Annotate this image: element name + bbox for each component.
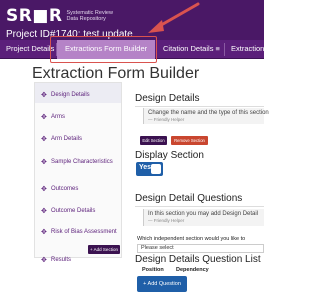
drag-handle-icon[interactable]: ✥ [41, 208, 47, 215]
section-sidebar: ✥ Design Details ✥ Arms ✥ Arm Details ✥ … [34, 82, 122, 264]
sidebar-item-outcomes[interactable]: ✥ Outcomes [35, 186, 121, 196]
app-header: SR■R Systematic Review Data Repository P… [0, 0, 264, 40]
divider [135, 106, 264, 107]
drag-handle-icon[interactable]: ✥ [41, 186, 47, 193]
arrow-annotation-icon [148, 2, 200, 33]
add-question-button[interactable]: + Add Question [137, 276, 187, 292]
drag-handle-icon[interactable]: ✥ [41, 114, 47, 121]
remove-section-button[interactable]: Remove Section [171, 136, 208, 145]
sidebar-item-design-details[interactable]: ✥ Design Details [35, 83, 121, 103]
sidebar-item-label: Risk of Bias Assessment [51, 229, 117, 235]
divider [135, 206, 264, 207]
toggle-label: Yes [139, 164, 152, 171]
toggle-knob [151, 164, 161, 174]
drag-handle-icon[interactable]: ✥ [41, 136, 47, 143]
page-title: Extraction Form Builder [32, 65, 200, 82]
logo-text: SR■R [6, 6, 63, 26]
column-header-position: Position [142, 267, 164, 273]
nav-divider [224, 43, 225, 56]
help-box: Change the name and the type of this sec… [143, 108, 269, 124]
design-details-heading: Design Details [135, 93, 200, 104]
sidebar-item-outcome-details[interactable]: ✥ Outcome Details [35, 208, 121, 218]
sidebar-item-label: Sample Characteristics [51, 159, 113, 165]
column-header-dependency: Dependency [176, 267, 209, 273]
srdr-logo[interactable]: SR■R Systematic Review Data Repository [6, 6, 113, 26]
drag-handle-icon[interactable]: ✥ [41, 159, 47, 166]
logo-sub-line2: Data Repository [66, 16, 106, 22]
questions-heading: Design Detail Questions [135, 193, 243, 204]
sidebar-item-arms[interactable]: ✥ Arms [35, 114, 121, 124]
help-helper: — Friendly Helper [148, 117, 185, 122]
question-list-heading: Design Details Question List [135, 254, 261, 265]
sidebar-item-label: Arm Details [51, 136, 83, 142]
sidebar-item-risk-of-bias[interactable]: ✥ Risk of Bias Assessment [35, 229, 121, 245]
highlight-annotation [50, 36, 157, 63]
edit-section-button[interactable]: Edit Section [140, 136, 167, 145]
display-section-toggle[interactable]: Yes [136, 162, 163, 176]
drag-handle-icon[interactable]: ✥ [41, 229, 47, 236]
sidebar-item-sample-characteristics[interactable]: ✥ Sample Characteristics [35, 159, 121, 175]
independent-section-select[interactable]: Please select [137, 244, 264, 253]
sidebar-item-label: Design Details [51, 92, 90, 98]
drag-handle-icon[interactable]: ✥ [41, 257, 47, 264]
logo-subtitle: Systematic Review Data Repository [67, 10, 113, 22]
sidebar-item-label: Arms [51, 114, 65, 120]
sidebar-item-arm-details[interactable]: ✥ Arm Details [35, 136, 121, 146]
sidebar-item-label: Results [51, 257, 72, 263]
add-section-button[interactable]: + Add Section [88, 245, 120, 254]
nav-citation-details[interactable]: Citation Details ≡ [163, 40, 220, 59]
help-text: Change the name and the type of this sec… [148, 110, 269, 116]
drag-handle-icon[interactable]: ✥ [41, 92, 47, 99]
nav-extractions[interactable]: Extractions [231, 40, 268, 59]
sidebar-item-label: Outcome Details [51, 208, 96, 214]
display-section-heading: Display Section [135, 150, 204, 161]
sidebar-item-results[interactable]: ✥ Results [35, 257, 121, 267]
help-helper: — Friendly Helper [148, 218, 185, 223]
independent-section-label: Which independent section would you like… [137, 236, 246, 242]
sidebar-item-label: Outcomes [51, 186, 79, 192]
help-text: In this section you may add Design Detai… [148, 211, 259, 217]
help-box: In this section you may add Design Detai… [143, 209, 264, 226]
